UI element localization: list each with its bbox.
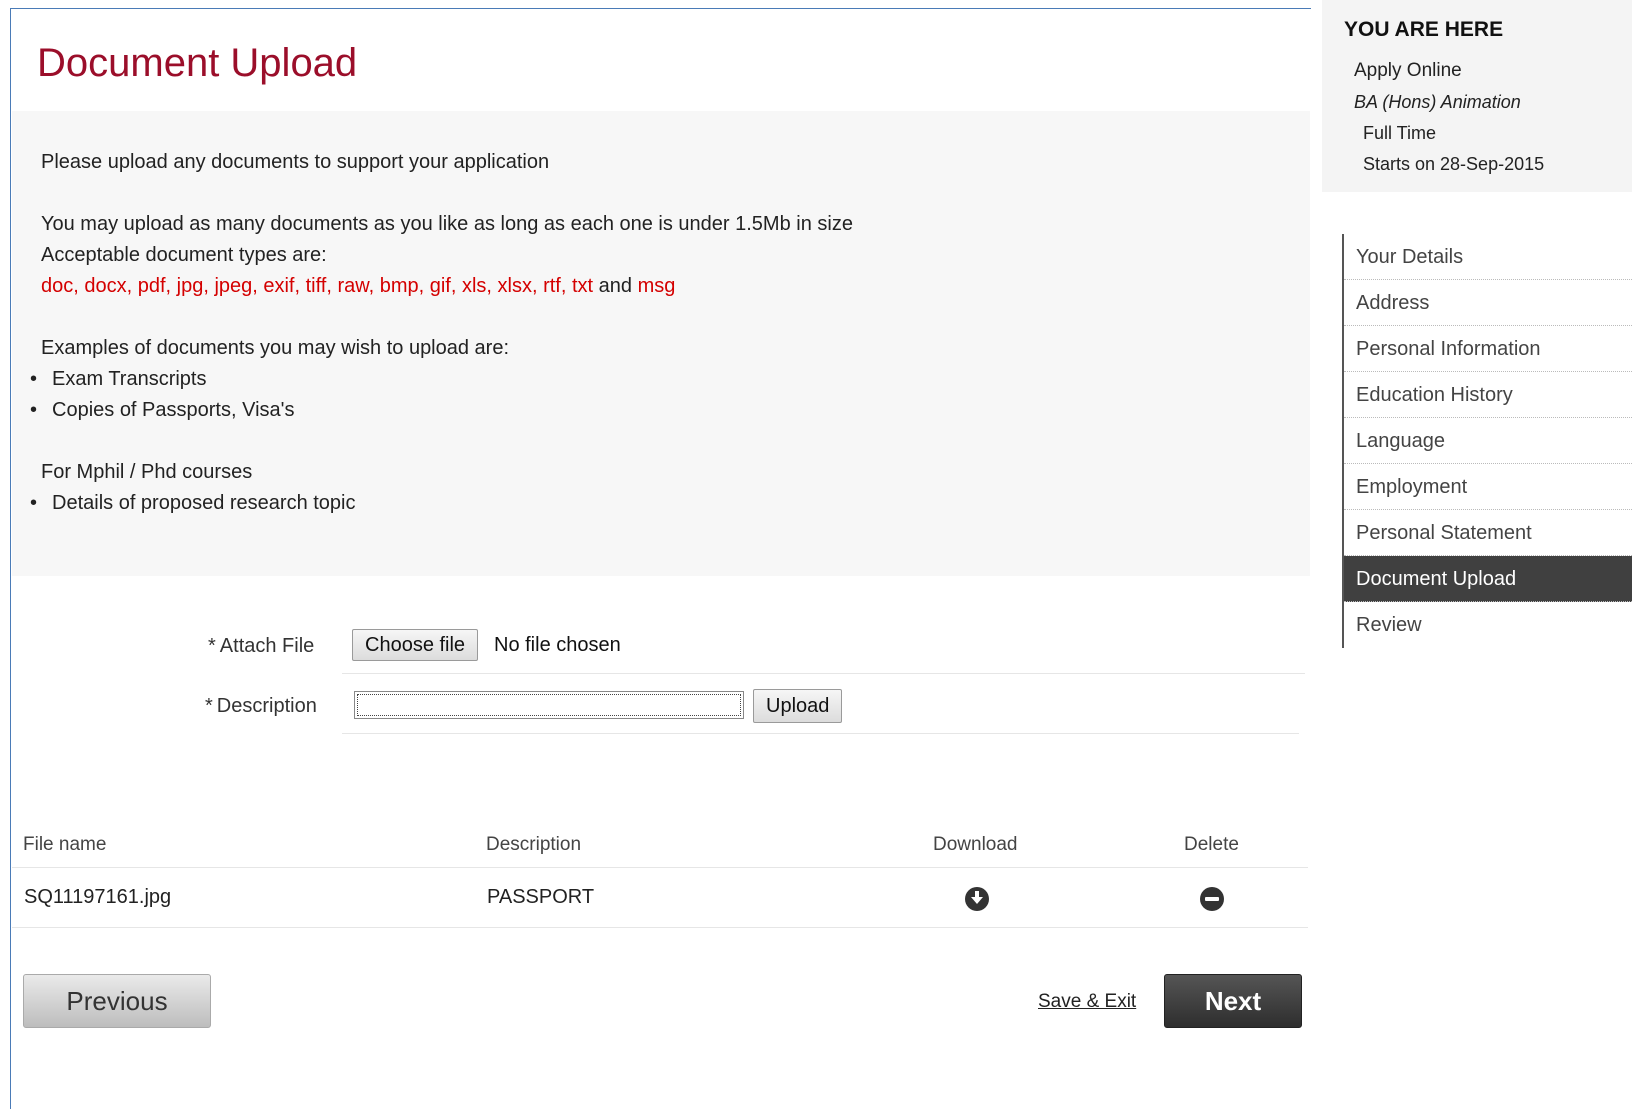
previous-button[interactable]: Previous [23, 974, 211, 1028]
you-are-here-box: YOU ARE HERE Apply Online BA (Hons) Anim… [1322, 0, 1632, 192]
sidebar: YOU ARE HERE Apply Online BA (Hons) Anim… [1322, 0, 1632, 1070]
description-cell: PASSPORT [487, 886, 595, 908]
attach-file-label: * Attach File [208, 635, 315, 657]
mphil-item: Details of proposed research topic [30, 492, 356, 515]
page-title: Document Upload [37, 41, 358, 85]
types-label: Acceptable document types are: [41, 244, 327, 266]
nav-language[interactable]: Language [1344, 418, 1632, 464]
required-mark: * [208, 635, 216, 657]
nav-employment[interactable]: Employment [1344, 464, 1632, 510]
mphil-label: For Mphil / Phd courses [41, 461, 253, 483]
course-name: BA (Hons) Animation [1354, 92, 1521, 112]
examples-label: Examples of documents you may wish to up… [41, 337, 510, 359]
size-note: You may upload as many documents as you … [41, 213, 853, 235]
nav-personal-statement[interactable]: Personal Statement [1344, 510, 1632, 556]
nav-education-history[interactable]: Education History [1344, 372, 1632, 418]
form-divider [342, 673, 1305, 674]
main-panel: Document Upload Please upload any docume… [10, 8, 1311, 1109]
example-item: Copies of Passports, Visa's [30, 399, 294, 422]
form-divider [342, 733, 1299, 734]
description-label: * Description [205, 695, 317, 717]
file-name-cell: SQ11197161.jpg [24, 886, 172, 908]
step-navigation: Your Details Address Personal Informatio… [1342, 234, 1632, 648]
col-header-download: Download [933, 834, 1018, 855]
table-header-divider [12, 867, 1308, 868]
nav-personal-information[interactable]: Personal Information [1344, 326, 1632, 372]
apply-online: Apply Online [1354, 60, 1462, 81]
nav-review[interactable]: Review [1344, 602, 1632, 648]
col-header-description: Description [486, 834, 582, 855]
nav-document-upload[interactable]: Document Upload [1344, 556, 1632, 602]
types-last: msg [637, 275, 676, 297]
required-mark: * [205, 695, 213, 717]
types-list-text: doc, docx, pdf, jpg, jpeg, exif, tiff, r… [41, 275, 594, 297]
start-date: Starts on 28-Sep-2015 [1363, 154, 1545, 174]
upload-button[interactable]: Upload [753, 689, 843, 723]
types-and: and [593, 275, 638, 297]
types-list: doc, docx, pdf, jpg, jpeg, exif, tiff, r… [41, 275, 675, 298]
col-header-delete: Delete [1184, 834, 1239, 855]
next-button[interactable]: Next [1164, 974, 1302, 1028]
table-row-divider [12, 927, 1308, 928]
nav-address[interactable]: Address [1344, 280, 1632, 326]
nav-your-details[interactable]: Your Details [1344, 234, 1632, 280]
example-item: Exam Transcripts [30, 368, 206, 391]
save-exit-link[interactable]: Save & Exit [1038, 991, 1136, 1013]
download-circle-icon[interactable] [965, 887, 989, 911]
upload-instructions: Please upload any documents to support y… [12, 111, 1310, 576]
intro-text: Please upload any documents to support y… [41, 151, 550, 173]
no-file-text: No file chosen [494, 634, 621, 656]
choose-file-button[interactable]: Choose file [352, 629, 479, 661]
description-input[interactable] [354, 691, 744, 719]
minus-circle-icon[interactable] [1200, 887, 1224, 911]
study-mode: Full Time [1363, 123, 1437, 143]
you-are-here-title: YOU ARE HERE [1344, 18, 1504, 41]
col-header-file-name: File name [23, 834, 107, 855]
